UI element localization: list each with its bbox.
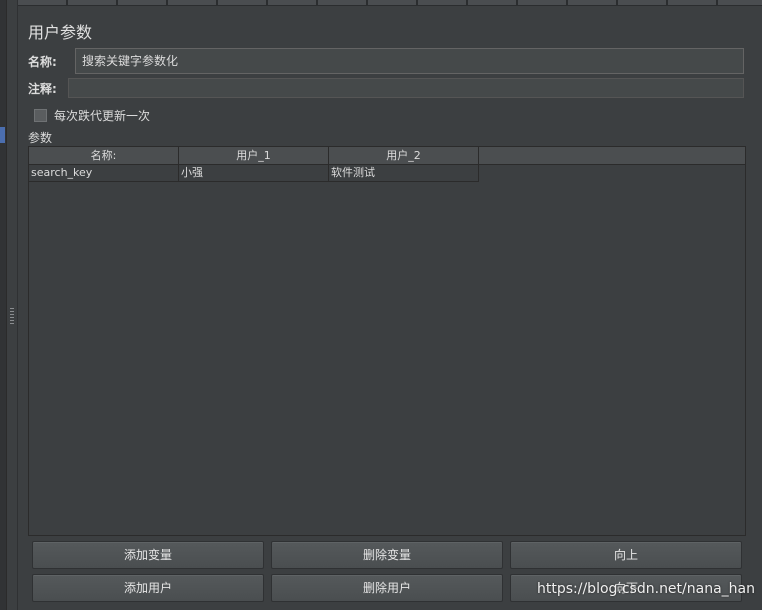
panel-splitter[interactable] xyxy=(7,0,18,610)
user-parameters-panel: 用户参数 名称: 搜索关键字参数化 注释: 每次跌代更新一次 参数 名称: 用户… xyxy=(19,6,759,610)
table-cell-user-1[interactable]: 小强 xyxy=(179,165,329,182)
delete-user-button[interactable]: 删除用户 xyxy=(271,574,503,602)
add-user-button[interactable]: 添加用户 xyxy=(32,574,264,602)
iteration-update-option[interactable]: 每次跌代更新一次 xyxy=(34,107,150,124)
column-header-user-1[interactable]: 用户_1 xyxy=(179,147,329,165)
left-panel-strip xyxy=(0,0,7,610)
iteration-update-checkbox[interactable] xyxy=(34,109,47,122)
delete-variable-button[interactable]: 删除变量 xyxy=(271,541,503,569)
table-cell-name[interactable]: search_key xyxy=(29,165,179,182)
table-cell-user-2[interactable]: 软件测试 xyxy=(329,165,479,182)
name-label: 名称: xyxy=(28,54,57,69)
name-field[interactable]: 搜索关键字参数化 xyxy=(75,48,744,74)
column-header-user-2[interactable]: 用户_2 xyxy=(329,147,479,165)
panel-title: 用户参数 xyxy=(28,23,93,42)
name-row: 名称: xyxy=(28,48,57,74)
iteration-update-label: 每次跌代更新一次 xyxy=(54,109,151,123)
move-up-button[interactable]: 向上 xyxy=(510,541,742,569)
splitter-grip-icon[interactable] xyxy=(10,308,14,326)
comment-label: 注释: xyxy=(28,81,57,96)
column-header-filler xyxy=(479,147,745,165)
watermark-text: https://blog.csdn.net/nana_han xyxy=(537,581,755,597)
add-variable-button[interactable]: 添加变量 xyxy=(32,541,264,569)
table-row[interactable]: search_key 小强 软件测试 xyxy=(29,165,479,182)
comment-field[interactable] xyxy=(68,78,744,98)
column-header-name[interactable]: 名称: xyxy=(29,147,179,165)
parameters-table[interactable]: 名称: 用户_1 用户_2 search_key 小强 软件测试 xyxy=(28,146,746,536)
table-header: 名称: 用户_1 用户_2 xyxy=(29,147,745,165)
selection-marker xyxy=(0,127,5,143)
comment-row: 注释: xyxy=(28,75,57,101)
parameters-label: 参数 xyxy=(28,131,53,145)
